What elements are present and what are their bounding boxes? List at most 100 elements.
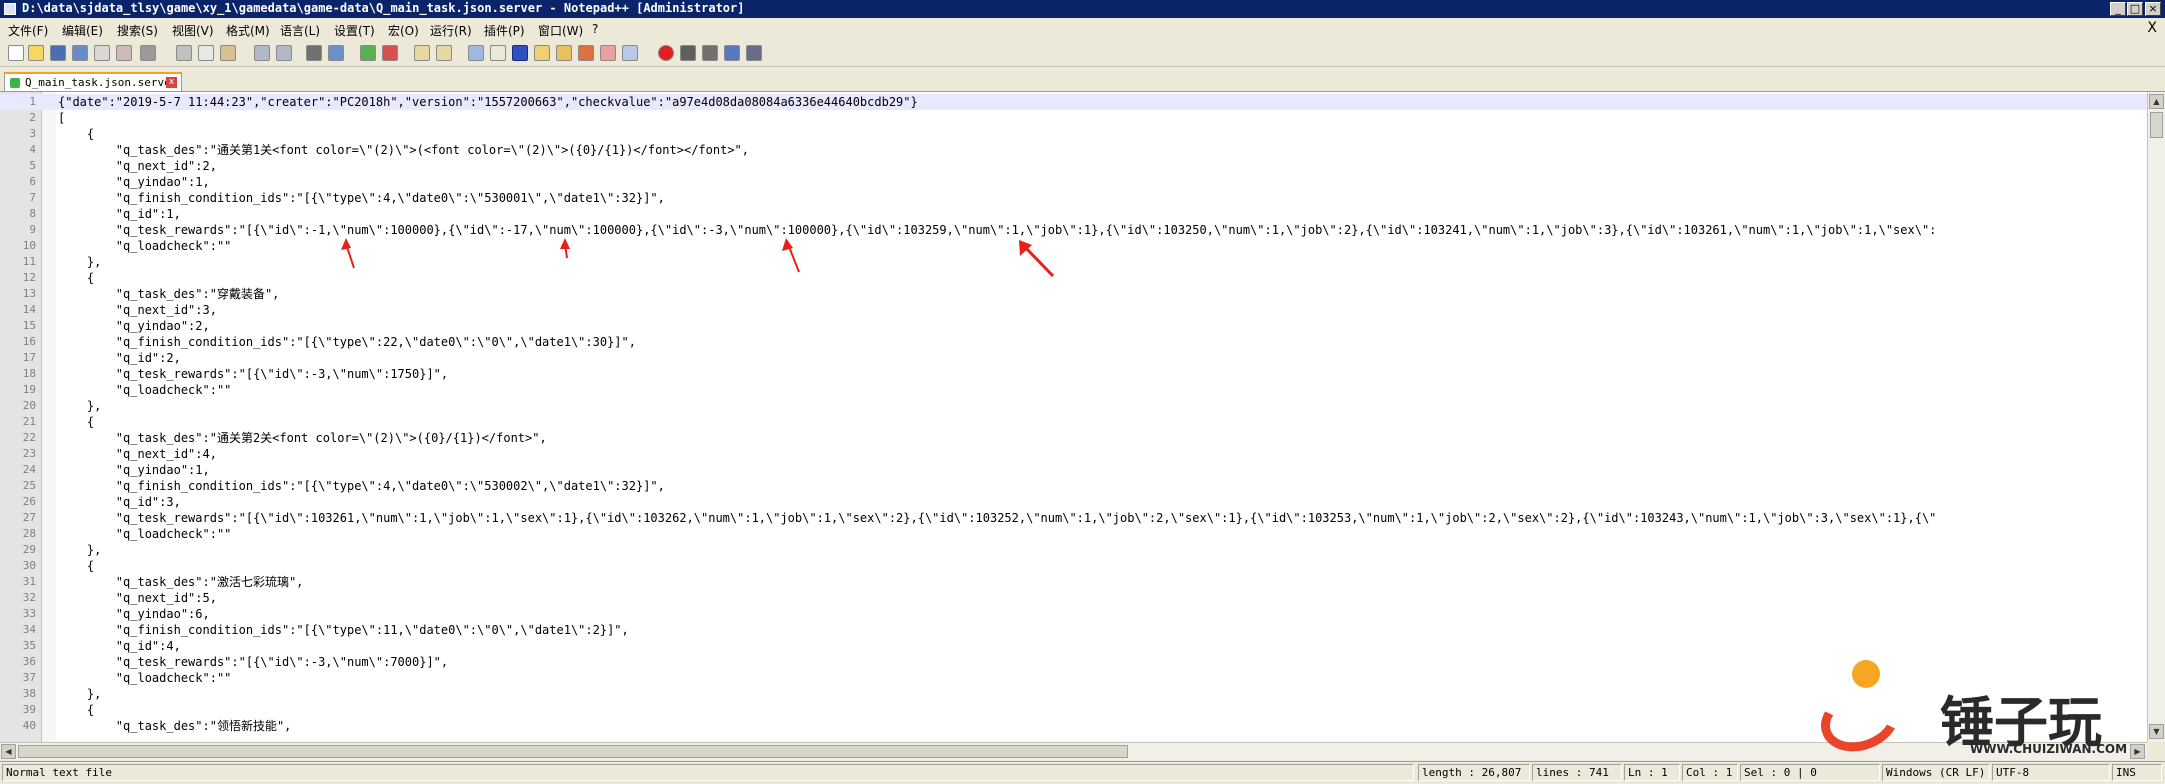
open-file-icon[interactable] — [28, 45, 44, 61]
code-line[interactable]: 1 {"date":"2019-5-7 11:44:23","creater":"… — [0, 94, 2147, 110]
code-line[interactable]: 32 "q_next_id":5, — [0, 590, 2147, 606]
menu-view[interactable]: 视图(V) — [172, 22, 214, 39]
code-line[interactable]: 22 "q_task_des":"通关第2关<font color=\"(2)\… — [0, 430, 2147, 446]
zoom-in-icon[interactable] — [360, 45, 376, 61]
maximize-button[interactable]: □ — [2127, 2, 2143, 16]
code-line[interactable]: 31 "q_task_des":"激活七彩琉璃", — [0, 574, 2147, 590]
code-line[interactable]: 20 }, — [0, 398, 2147, 414]
word-wrap-icon[interactable] — [468, 45, 484, 61]
editor-area[interactable]: 1 {"date":"2019-5-7 11:44:23","creater":"… — [0, 92, 2147, 742]
save-icon[interactable] — [50, 45, 66, 61]
copy-icon[interactable] — [198, 45, 214, 61]
document-close-icon[interactable]: X — [2147, 20, 2157, 36]
code-line[interactable]: 3 { — [0, 126, 2147, 142]
menu-run[interactable]: 运行(R) — [430, 22, 472, 39]
code-line[interactable]: 21 { — [0, 414, 2147, 430]
code-line[interactable]: 11 }, — [0, 254, 2147, 270]
monitor-icon[interactable] — [622, 45, 638, 61]
code-line[interactable]: 17 "q_id":2, — [0, 350, 2147, 366]
function-list-icon[interactable] — [578, 45, 594, 61]
save-macro-icon[interactable] — [746, 45, 762, 61]
play-macro-icon[interactable] — [702, 45, 718, 61]
close-button[interactable]: × — [2145, 2, 2161, 16]
vertical-scrollbar[interactable]: ▲ ▼ — [2147, 92, 2165, 742]
redo-icon[interactable] — [276, 45, 292, 61]
code-line[interactable]: 7 "q_finish_condition_ids":"[{\"type\":4… — [0, 190, 2147, 206]
code-line[interactable]: 33 "q_yindao":6, — [0, 606, 2147, 622]
line-text: "q_yindao":6, — [58, 607, 210, 621]
user-language-icon[interactable] — [534, 45, 550, 61]
menu-file[interactable]: 文件(F) — [8, 22, 48, 39]
status-eol[interactable]: Windows (CR LF) — [1882, 764, 1990, 781]
code-line[interactable]: 15 "q_yindao":2, — [0, 318, 2147, 334]
sync-vertical-icon[interactable] — [414, 45, 430, 61]
code-line[interactable]: 28 "q_loadcheck":"" — [0, 526, 2147, 542]
new-file-icon[interactable] — [8, 45, 24, 61]
scroll-up-icon[interactable]: ▲ — [2149, 94, 2164, 109]
status-encoding[interactable]: UTF-8 — [1992, 764, 2110, 781]
code-line[interactable]: 30 { — [0, 558, 2147, 574]
code-line[interactable]: 35 "q_id":4, — [0, 638, 2147, 654]
menu-settings[interactable]: 设置(T) — [334, 22, 375, 39]
save-all-icon[interactable] — [72, 45, 88, 61]
menu-language[interactable]: 语言(L) — [280, 22, 320, 39]
code-line[interactable]: 24 "q_yindao":1, — [0, 462, 2147, 478]
line-number: 22 — [22, 431, 36, 444]
minimize-button[interactable]: _ — [2110, 2, 2126, 16]
undo-icon[interactable] — [254, 45, 270, 61]
cut-icon[interactable] — [176, 45, 192, 61]
code-line[interactable]: 10 "q_loadcheck":"" — [0, 238, 2147, 254]
code-line[interactable]: 18 "q_tesk_rewards":"[{\"id\":-3,\"num\"… — [0, 366, 2147, 382]
record-macro-icon[interactable] — [658, 45, 674, 61]
horizontal-scroll-thumb[interactable] — [18, 745, 1128, 758]
vertical-scroll-thumb[interactable] — [2150, 112, 2163, 138]
code-line[interactable]: 23 "q_next_id":4, — [0, 446, 2147, 462]
code-line[interactable]: 2[ — [0, 110, 2147, 126]
run-macro-multiple-icon[interactable] — [724, 45, 740, 61]
code-line[interactable]: 29 }, — [0, 542, 2147, 558]
show-all-chars-icon[interactable] — [490, 45, 506, 61]
tab-close-icon[interactable]: x — [166, 77, 177, 88]
code-line[interactable]: 14 "q_next_id":3, — [0, 302, 2147, 318]
menu-window[interactable]: 窗口(W) — [538, 22, 583, 39]
code-line[interactable]: 5 "q_next_id":2, — [0, 158, 2147, 174]
code-line[interactable]: 13 "q_task_des":"穿戴装备", — [0, 286, 2147, 302]
code-line[interactable]: 6 "q_yindao":1, — [0, 174, 2147, 190]
doc-map-icon[interactable] — [556, 45, 572, 61]
menu-macro[interactable]: 宏(O) — [388, 22, 419, 39]
scroll-left-icon[interactable]: ◀ — [1, 744, 16, 759]
line-text: "q_finish_condition_ids":"[{\"type\":4,\… — [58, 479, 665, 493]
menu-plugins[interactable]: 插件(P) — [484, 22, 525, 39]
paste-icon[interactable] — [220, 45, 236, 61]
line-text: "q_task_des":"通关第1关<font color=\"(2)\">(… — [58, 143, 749, 157]
menu-help[interactable]: ? — [592, 22, 598, 36]
code-line[interactable]: 9 "q_tesk_rewards":"[{\"id\":-1,\"num\":… — [0, 222, 2147, 238]
sync-horizontal-icon[interactable] — [436, 45, 452, 61]
stop-macro-icon[interactable] — [680, 45, 696, 61]
line-number: 21 — [22, 415, 36, 428]
menu-edit[interactable]: 编辑(E) — [62, 22, 103, 39]
tab-q-main-task[interactable]: Q_main_task.json.server x — [4, 72, 182, 91]
code-line[interactable]: 8 "q_id":1, — [0, 206, 2147, 222]
menu-format[interactable]: 格式(M) — [226, 22, 270, 39]
close-icon[interactable] — [94, 45, 110, 61]
menu-search[interactable]: 搜索(S) — [117, 22, 158, 39]
code-line[interactable]: 4 "q_task_des":"通关第1关<font color=\"(2)\"… — [0, 142, 2147, 158]
indent-guide-icon[interactable] — [512, 45, 528, 61]
line-number: 27 — [22, 511, 36, 524]
code-line[interactable]: 27 "q_tesk_rewards":"[{\"id\":103261,\"n… — [0, 510, 2147, 526]
replace-icon[interactable] — [328, 45, 344, 61]
folder-workspace-icon[interactable] — [600, 45, 616, 61]
close-all-icon[interactable] — [116, 45, 132, 61]
code-line[interactable]: 16 "q_finish_condition_ids":"[{\"type\":… — [0, 334, 2147, 350]
code-line[interactable]: 26 "q_id":3, — [0, 494, 2147, 510]
line-text: [ — [58, 111, 66, 125]
print-icon[interactable] — [140, 45, 156, 61]
find-icon[interactable] — [306, 45, 322, 61]
zoom-out-icon[interactable] — [382, 45, 398, 61]
code-line[interactable]: 19 "q_loadcheck":"" — [0, 382, 2147, 398]
code-line[interactable]: 25 "q_finish_condition_ids":"[{\"type\":… — [0, 478, 2147, 494]
code-line[interactable]: 34 "q_finish_condition_ids":"[{\"type\":… — [0, 622, 2147, 638]
code-line[interactable]: 12 { — [0, 270, 2147, 286]
line-text: { — [58, 127, 95, 141]
